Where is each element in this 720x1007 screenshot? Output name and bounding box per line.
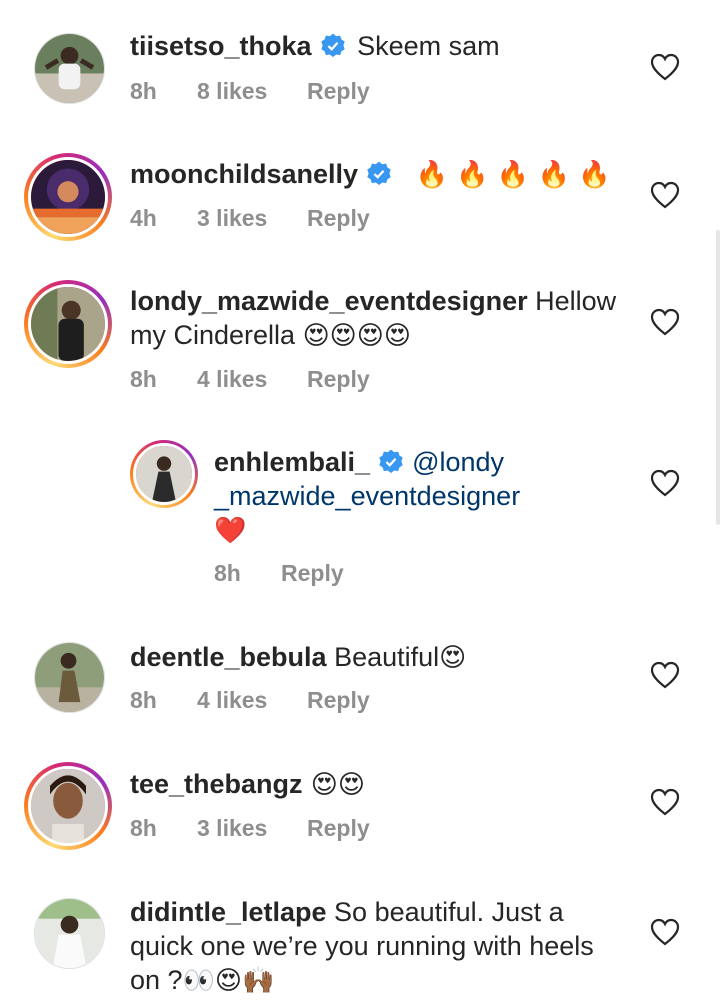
like-heart-icon[interactable] — [650, 661, 680, 689]
red-heart-emoji: ❤️ — [214, 516, 247, 546]
comment-text: didintle_letlape So beautiful. Just a qu… — [130, 895, 594, 998]
mention-link[interactable]: _mazwide_eventdesigner — [214, 481, 520, 511]
emoji-group: 👀😍🙌🏾 — [182, 966, 275, 996]
username[interactable]: tiisetso_thoka — [130, 31, 312, 61]
heart-eyes-emoji: 😍😍😍😍 — [302, 321, 411, 351]
timestamp: 8h — [130, 687, 157, 713]
comment-row: londy_mazwide_eventdesigner Hellow my Ci… — [0, 255, 720, 415]
avatar[interactable] — [34, 898, 105, 969]
avatar[interactable] — [24, 280, 112, 368]
comment-text: tiisetso_thoka Skeem sam — [130, 29, 500, 63]
timestamp: 8h — [130, 815, 157, 841]
verified-badge-icon — [367, 161, 391, 186]
comment-body-line2: quick one we’re you running with heels — [130, 931, 594, 961]
comment-row: moonchildsanelly 🔥 🔥 🔥 🔥 🔥 4h 3 likes Re… — [0, 125, 720, 255]
timestamp: 8h — [214, 560, 241, 586]
avatar[interactable] — [34, 33, 105, 104]
username[interactable]: enhlembali_ — [214, 447, 370, 477]
reply-button[interactable]: Reply — [307, 815, 370, 842]
comment-body: Skeem sam — [349, 31, 500, 61]
avatar[interactable] — [34, 642, 105, 713]
comment-meta: 8h 4 likes Reply — [130, 687, 370, 714]
avatar[interactable] — [24, 762, 112, 850]
comment-text: tee_thebangz 😍😍 — [130, 767, 365, 802]
username[interactable]: londy_mazwide_eventdesigner — [130, 286, 528, 316]
fire-emoji: 🔥 🔥 🔥 🔥 🔥 — [415, 160, 611, 190]
comment-text: moonchildsanelly 🔥 🔥 🔥 🔥 🔥 — [130, 157, 611, 192]
comment-text: deentle_bebula Beautiful😍 — [130, 640, 466, 675]
comment-body-line3: on ? — [130, 965, 183, 995]
timestamp: 8h — [130, 366, 157, 392]
comment-text: enhlembali_ @londy _mazwide_eventdesigner… — [214, 445, 520, 548]
like-heart-icon[interactable] — [650, 181, 680, 209]
username[interactable]: didintle_letlape — [130, 897, 327, 927]
username[interactable]: moonchildsanelly — [130, 159, 358, 189]
comment-body: Beautiful — [326, 642, 440, 672]
reply-button[interactable]: Reply — [307, 366, 370, 393]
comment-row: tiisetso_thoka Skeem sam 8h 8 likes Repl… — [0, 0, 720, 125]
comment-row: didintle_letlape So beautiful. Just a qu… — [0, 880, 720, 1007]
username[interactable]: tee_thebangz — [130, 769, 303, 799]
heart-eyes-emoji: 😍 — [439, 643, 467, 673]
comment-text: londy_mazwide_eventdesigner Hellow my Ci… — [130, 284, 616, 353]
likes-count[interactable]: 4 likes — [197, 366, 307, 393]
comment-meta: 8h 8 likes Reply — [130, 78, 370, 105]
reply-button[interactable]: Reply — [307, 205, 370, 232]
like-heart-icon[interactable] — [650, 469, 680, 497]
comment-row: tee_thebangz 😍😍 8h 3 likes Reply — [0, 750, 720, 880]
comment-meta: 4h 3 likes Reply — [130, 205, 370, 232]
like-heart-icon[interactable] — [650, 308, 680, 336]
verified-badge-icon — [379, 449, 403, 474]
timestamp: 4h — [130, 205, 157, 231]
like-heart-icon[interactable] — [650, 918, 680, 946]
mention-link[interactable]: @londy — [412, 447, 504, 477]
comment-body: Hellow — [527, 286, 617, 316]
comment-body: So beautiful. Just a — [326, 897, 564, 927]
likes-count[interactable]: 4 likes — [197, 687, 307, 714]
timestamp: 8h — [130, 78, 157, 104]
likes-count[interactable]: 3 likes — [197, 815, 307, 842]
heart-eyes-emoji: 😍😍 — [302, 770, 366, 800]
reply-button[interactable]: Reply — [307, 78, 370, 105]
avatar[interactable] — [130, 440, 198, 508]
likes-count[interactable]: 3 likes — [197, 205, 307, 232]
comment-row: deentle_bebula Beautiful😍 8h 4 likes Rep… — [0, 625, 720, 750]
like-heart-icon[interactable] — [650, 788, 680, 816]
username[interactable]: deentle_bebula — [130, 642, 327, 672]
comment-meta: 8h 3 likes Reply — [130, 815, 370, 842]
reply-button[interactable]: Reply — [281, 560, 344, 587]
likes-count[interactable]: 8 likes — [197, 78, 307, 105]
verified-badge-icon — [320, 33, 345, 58]
comment-meta: 8h 4 likes Reply — [130, 366, 370, 393]
comment-meta: 8h Reply — [214, 560, 344, 587]
reply-button[interactable]: Reply — [307, 687, 370, 714]
avatar[interactable] — [24, 153, 112, 241]
comment-body-line2: my Cinderella — [130, 320, 303, 350]
like-heart-icon[interactable] — [650, 53, 680, 81]
reply-row: enhlembali_ @londy _mazwide_eventdesigner… — [0, 415, 720, 625]
